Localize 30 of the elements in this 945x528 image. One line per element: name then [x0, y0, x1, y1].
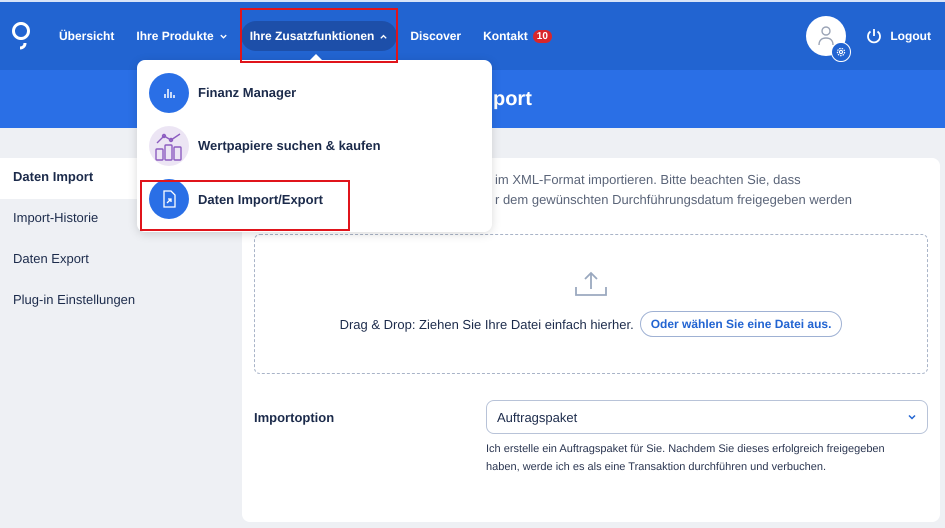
import-option-select[interactable]: Auftragspaket: [486, 400, 928, 434]
nav-link[interactable]: Übersicht: [50, 21, 124, 51]
user-icon: [817, 25, 836, 47]
drop-zone[interactable]: Drag & Drop: Ziehen Sie Ihre Datei einfach hierher. Oder wählen Sie eine Datei aus.: [254, 234, 928, 374]
file-icon: [149, 179, 189, 220]
power-icon: [866, 28, 882, 44]
upload-icon: [574, 271, 608, 297]
sidebar-item[interactable]: Plug-in Einstellungen: [0, 281, 240, 322]
intro-text: r dem gewünschten Durchführungsdatum freigegeben werden: [495, 191, 853, 209]
nav-link[interactable]: Ihre Zusatzfunktionen: [240, 21, 398, 51]
page-title: port: [493, 88, 532, 110]
menu-item[interactable]: Finanz Manager: [137, 66, 492, 120]
settings-icon[interactable]: [831, 42, 852, 62]
field-label: Importoption: [254, 409, 336, 427]
chart-icon: [149, 126, 189, 166]
logout-button[interactable]: Logout: [866, 28, 931, 44]
nav-link[interactable]: Kontakt 10: [474, 21, 561, 51]
drop-hint: Drag & Drop: Ziehen Sie Ihre Datei einfach hierher.: [340, 316, 634, 332]
option-description: Ich erstelle ein Auftragspaket für Sie. Nachdem Sie dieses erfolgreich freigegeben haben, werde ich es als eine Transaktion durchführen und verbuchen.: [486, 442, 886, 475]
chevron-icon: [907, 412, 917, 422]
choose-file-button[interactable]: Oder wählen Sie eine Datei aus.: [640, 311, 842, 337]
chevron-icon: [218, 32, 228, 40]
sidebar-item[interactable]: Daten Export: [0, 240, 240, 281]
logo-icon[interactable]: [10, 21, 32, 51]
nav-link[interactable]: Discover: [401, 21, 470, 51]
avatar-button[interactable]: [806, 16, 846, 56]
bar-chart-icon: [149, 72, 189, 113]
nav-link[interactable]: Ihre Produkte: [127, 21, 237, 51]
intro-text: im XML-Format importieren. Bitte beachten Sie, dass: [495, 171, 802, 189]
notification-badge: 10: [532, 30, 552, 42]
